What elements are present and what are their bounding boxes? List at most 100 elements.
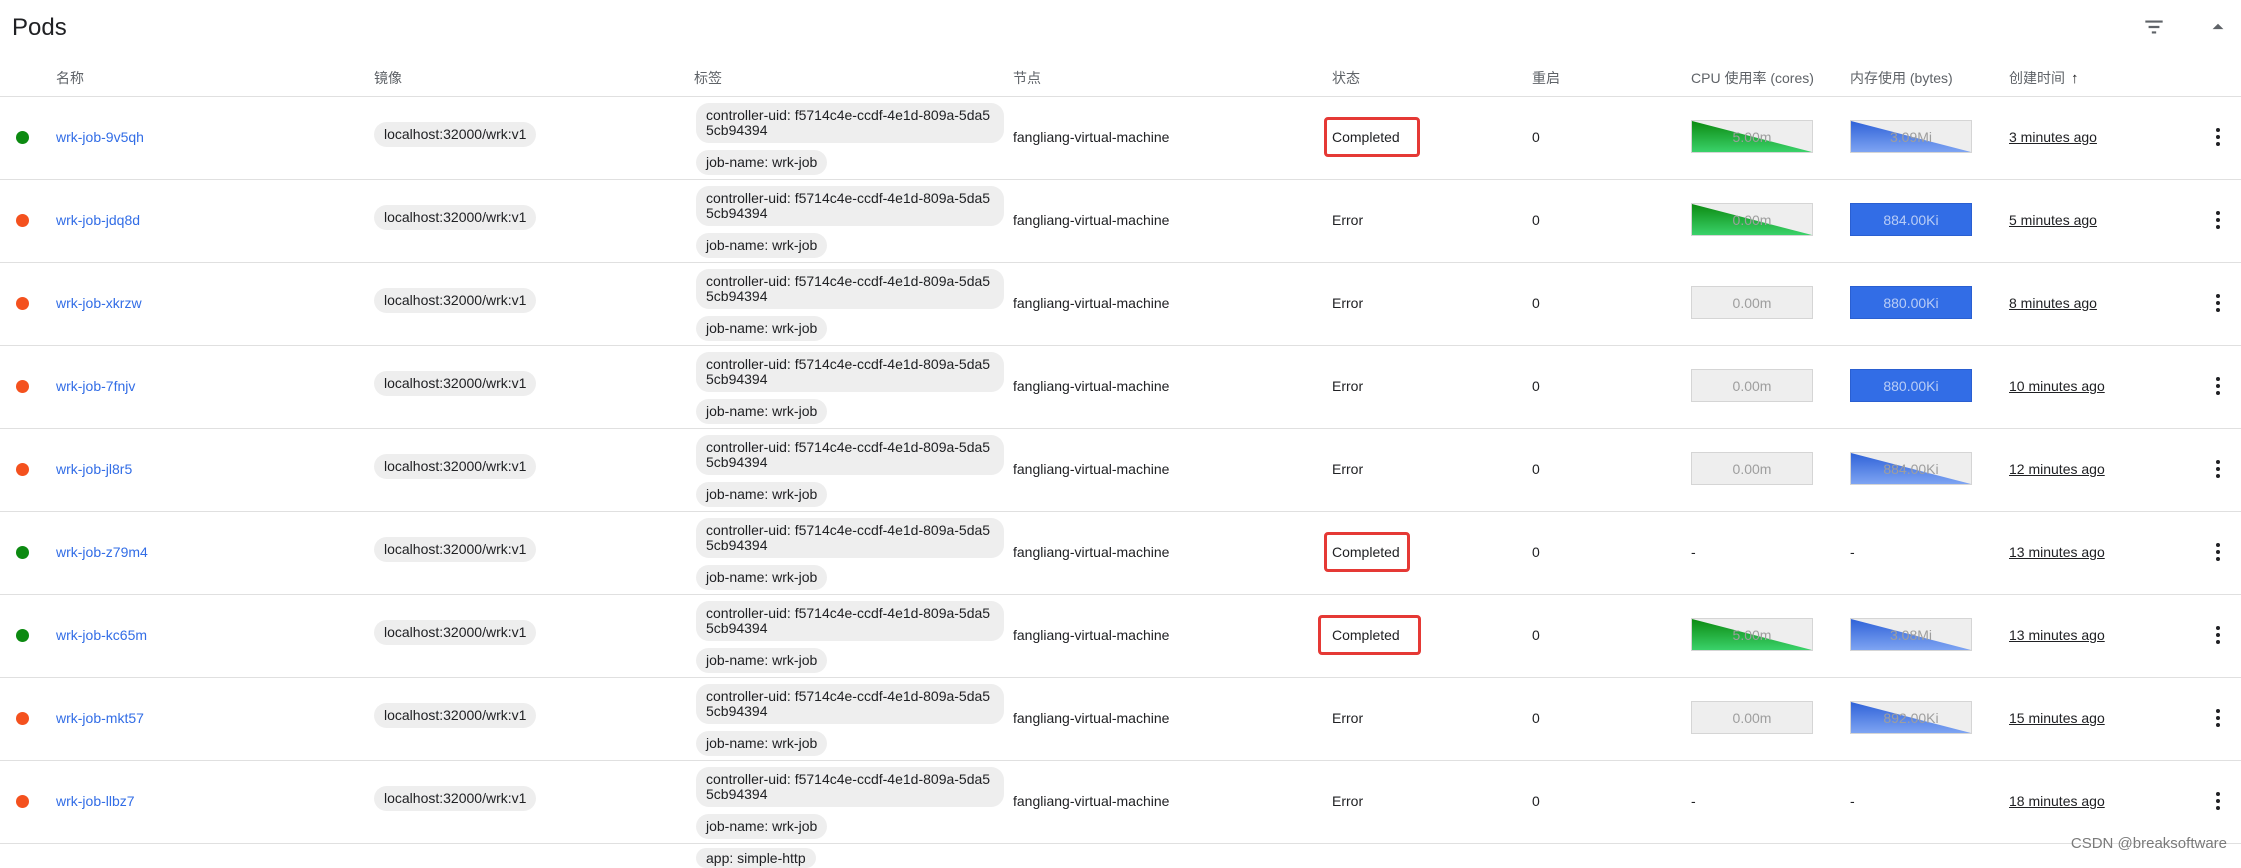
status-error-icon <box>16 297 29 310</box>
memory-usage-value: 3.08Mi <box>1889 627 1933 643</box>
more-vert-icon[interactable] <box>2214 540 2222 564</box>
label-chip-controller-uid: controller-uid: f5714c4e-ccdf-4e1d-809a-… <box>696 684 1004 724</box>
col-created[interactable]: 创建时间 ↑ <box>2009 68 2079 88</box>
pod-name-link[interactable]: wrk-job-9v5qh <box>56 129 144 145</box>
node-name: fangliang-virtual-machine <box>1013 461 1170 477</box>
filter-icon[interactable] <box>2141 14 2167 40</box>
status-ok-icon <box>16 629 29 642</box>
table-row: wrk-job-jl8r5 localhost:32000/wrk:v1 contr… <box>0 429 2241 512</box>
restart-count: 0 <box>1532 710 1540 726</box>
node-name: fangliang-virtual-machine <box>1013 378 1170 394</box>
cpu-usage-chart: 5.00m <box>1691 120 1813 153</box>
status-ok-icon <box>16 546 29 559</box>
pod-name-link[interactable]: wrk-job-llbz7 <box>56 793 135 809</box>
created-time-link[interactable]: 10 minutes ago <box>2009 378 2105 394</box>
pod-name-link[interactable]: wrk-job-z79m4 <box>56 544 148 560</box>
status-text: Error <box>1332 461 1364 477</box>
created-time-link[interactable]: 15 minutes ago <box>2009 710 2105 726</box>
image-chip: localhost:32000/wrk:v1 <box>374 122 537 147</box>
label-chip-controller-uid: controller-uid: f5714c4e-ccdf-4e1d-809a-… <box>696 186 1004 226</box>
created-time-link[interactable]: 13 minutes ago <box>2009 544 2105 560</box>
col-status[interactable]: 状态 <box>1332 68 1360 88</box>
label-chip-controller-uid: controller-uid: f5714c4e-ccdf-4e1d-809a-… <box>696 518 1004 558</box>
col-restarts: 重启 <box>1532 70 1560 86</box>
table-row: wrk-job-mkt57 localhost:32000/wrk:v1 contr… <box>0 678 2241 761</box>
node-name: fangliang-virtual-machine <box>1013 710 1170 726</box>
image-chip: localhost:32000/wrk:v1 <box>374 703 537 728</box>
restart-count: 0 <box>1532 793 1540 809</box>
status-error-icon <box>16 214 29 227</box>
memory-usage-chart: 3.08Mi <box>1850 618 1972 651</box>
more-vert-icon[interactable] <box>2214 208 2222 232</box>
status-text: Error <box>1332 710 1364 726</box>
label-chip-controller-uid: controller-uid: f5714c4e-ccdf-4e1d-809a-… <box>696 767 1004 807</box>
more-vert-icon[interactable] <box>2214 291 2222 315</box>
more-vert-icon[interactable] <box>2214 457 2222 481</box>
col-node[interactable]: 节点 <box>1013 68 1041 88</box>
col-name[interactable]: 名称 <box>56 68 84 88</box>
card-header: Pods <box>0 0 2241 56</box>
label-chip-partial: app: simple-http <box>696 848 816 868</box>
pod-name-link[interactable]: wrk-job-xkrzw <box>56 295 142 311</box>
collapse-up-icon[interactable] <box>2205 14 2231 40</box>
created-time-link[interactable]: 13 minutes ago <box>2009 627 2105 643</box>
image-chip: localhost:32000/wrk:v1 <box>374 786 537 811</box>
table-row: wrk-job-xkrzw localhost:32000/wrk:v1 contr… <box>0 263 2241 346</box>
status-error-icon <box>16 712 29 725</box>
pod-name-link[interactable]: wrk-job-mkt57 <box>56 710 144 726</box>
page-title: Pods <box>12 14 67 41</box>
table-header: 名称 镜像 标签 节点 状态 重启 CPU 使用率 (cores) 内存使用 (… <box>0 58 2241 97</box>
status-error-icon <box>16 795 29 808</box>
memory-usage-chart: 3.09Mi <box>1850 120 1972 153</box>
pod-name-link[interactable]: wrk-job-jdq8d <box>56 212 140 228</box>
arrow-up-icon: ↑ <box>2071 70 2079 87</box>
pod-name-link[interactable]: wrk-job-jl8r5 <box>56 461 132 477</box>
label-chip-job-name: job-name: wrk-job <box>696 731 828 756</box>
cpu-usage-value: 0.00m <box>1732 710 1772 726</box>
more-vert-icon[interactable] <box>2214 789 2222 813</box>
created-time-link[interactable]: 3 minutes ago <box>2009 129 2097 145</box>
cpu-usage-value: 5.00m <box>1732 627 1772 643</box>
more-vert-icon[interactable] <box>2214 125 2222 149</box>
created-time-link[interactable]: 5 minutes ago <box>2009 212 2097 228</box>
created-time-link[interactable]: 8 minutes ago <box>2009 295 2097 311</box>
status-text: Error <box>1332 295 1364 311</box>
restart-count: 0 <box>1532 627 1540 643</box>
memory-usage-chart: 884.00Ki <box>1850 203 1972 236</box>
cpu-usage-chart: 0.00m <box>1691 286 1813 319</box>
cpu-usage-chart: 5.00m <box>1691 618 1813 651</box>
memory-usage-chart: 892.00Ki <box>1850 701 1972 734</box>
memory-usage-empty: - <box>1850 793 1855 809</box>
table-row: wrk-job-llbz7 localhost:32000/wrk:v1 contr… <box>0 761 2241 844</box>
label-chip-controller-uid: controller-uid: f5714c4e-ccdf-4e1d-809a-… <box>696 103 1004 143</box>
pod-name-link[interactable]: wrk-job-kc65m <box>56 627 147 643</box>
memory-usage-empty: - <box>1850 544 1855 560</box>
more-vert-icon[interactable] <box>2214 706 2222 730</box>
image-chip: localhost:32000/wrk:v1 <box>374 537 537 562</box>
memory-usage-chart: 884.00Ki <box>1850 452 1972 485</box>
pod-name-link[interactable]: wrk-job-7fnjv <box>56 378 135 394</box>
memory-usage-chart: 880.00Ki <box>1850 286 1972 319</box>
created-time-link[interactable]: 18 minutes ago <box>2009 793 2105 809</box>
status-text: Completed <box>1332 627 1400 643</box>
created-time-link[interactable]: 12 minutes ago <box>2009 461 2105 477</box>
col-cpu: CPU 使用率 (cores) <box>1691 70 1814 86</box>
col-image: 镜像 <box>374 70 402 86</box>
status-text: Completed <box>1332 129 1400 145</box>
col-created-label: 创建时间 <box>2009 70 2065 86</box>
more-vert-icon[interactable] <box>2214 623 2222 647</box>
image-chip: localhost:32000/wrk:v1 <box>374 620 537 645</box>
table-row: wrk-job-jdq8d localhost:32000/wrk:v1 contr… <box>0 180 2241 263</box>
cpu-usage-value: 0.00m <box>1732 295 1772 311</box>
cpu-usage-value: 0.00m <box>1732 461 1772 477</box>
node-name: fangliang-virtual-machine <box>1013 627 1170 643</box>
memory-usage-value: 884.00Ki <box>1883 461 1939 477</box>
cpu-usage-value: 0.00m <box>1732 212 1772 228</box>
memory-usage-value: 3.09Mi <box>1889 129 1933 145</box>
table-row: wrk-job-kc65m localhost:32000/wrk:v1 contr… <box>0 595 2241 678</box>
status-error-icon <box>16 380 29 393</box>
node-name: fangliang-virtual-machine <box>1013 129 1170 145</box>
label-chip-controller-uid: controller-uid: f5714c4e-ccdf-4e1d-809a-… <box>696 269 1004 309</box>
more-vert-icon[interactable] <box>2214 374 2222 398</box>
memory-usage-value: 880.00Ki <box>1883 295 1939 311</box>
